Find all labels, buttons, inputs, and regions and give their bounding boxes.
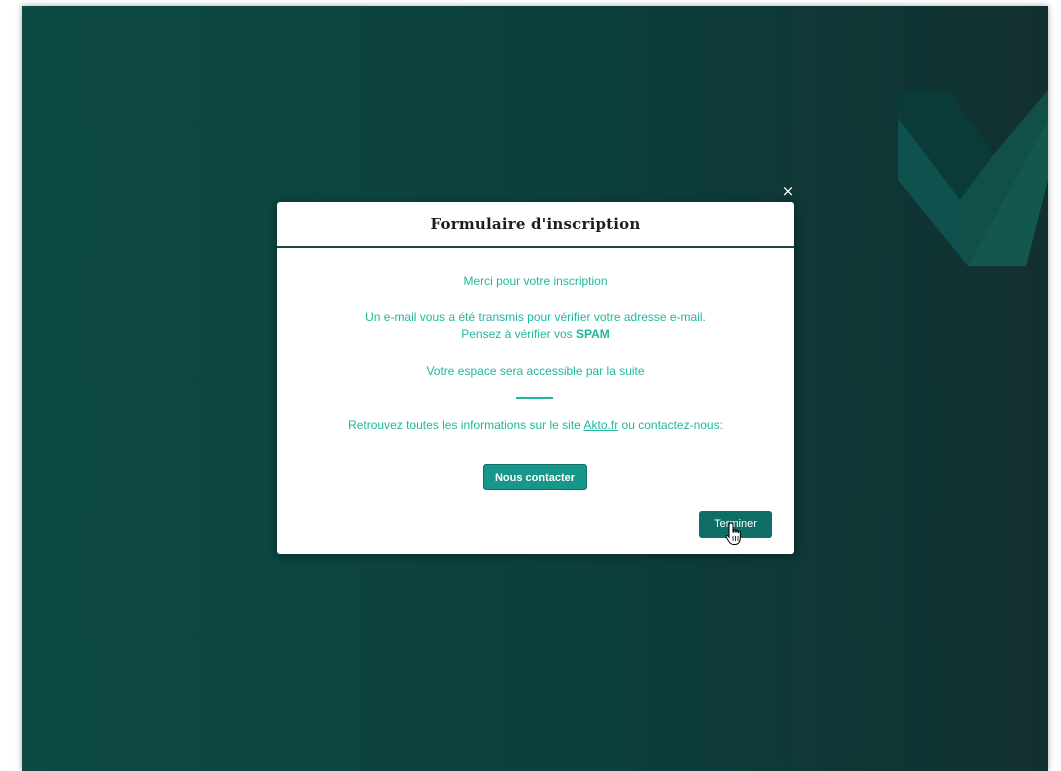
spam-reminder-line: Pensez à vérifier vos SPAM: [277, 326, 794, 343]
hand-pointer-icon: [725, 522, 741, 545]
contact-button[interactable]: Nous contacter: [483, 464, 587, 490]
modal-header: Formulaire d'inscription: [277, 202, 794, 248]
spam-keyword: SPAM: [575, 327, 610, 341]
thanks-message: Merci pour votre inscription: [463, 274, 608, 288]
akto-v-logo-icon: [898, 90, 1048, 266]
info-message: Retrouvez toutes les informations sur le…: [277, 417, 794, 434]
registration-modal: Formulaire d'inscription Merci pour votr…: [277, 202, 794, 554]
email-sent-message: Un e-mail vous a été transmis pour vérif…: [277, 309, 794, 343]
section-divider: [516, 397, 553, 399]
info-suffix: ou contactez-nous:: [618, 418, 723, 432]
akto-site-link[interactable]: Akto.fr: [584, 418, 619, 432]
space-access-message: Votre espace sera accessible par la suit…: [426, 364, 645, 378]
page-background: × Formulaire d'inscription Merci pour vo…: [22, 6, 1048, 771]
info-prefix: Retrouvez toutes les informations sur le…: [348, 418, 581, 432]
close-icon[interactable]: ×: [780, 183, 796, 199]
spam-reminder-text: Pensez à vérifier vos: [461, 327, 576, 341]
email-sent-line: Un e-mail vous a été transmis pour vérif…: [365, 310, 706, 324]
modal-title: Formulaire d'inscription: [430, 215, 641, 233]
